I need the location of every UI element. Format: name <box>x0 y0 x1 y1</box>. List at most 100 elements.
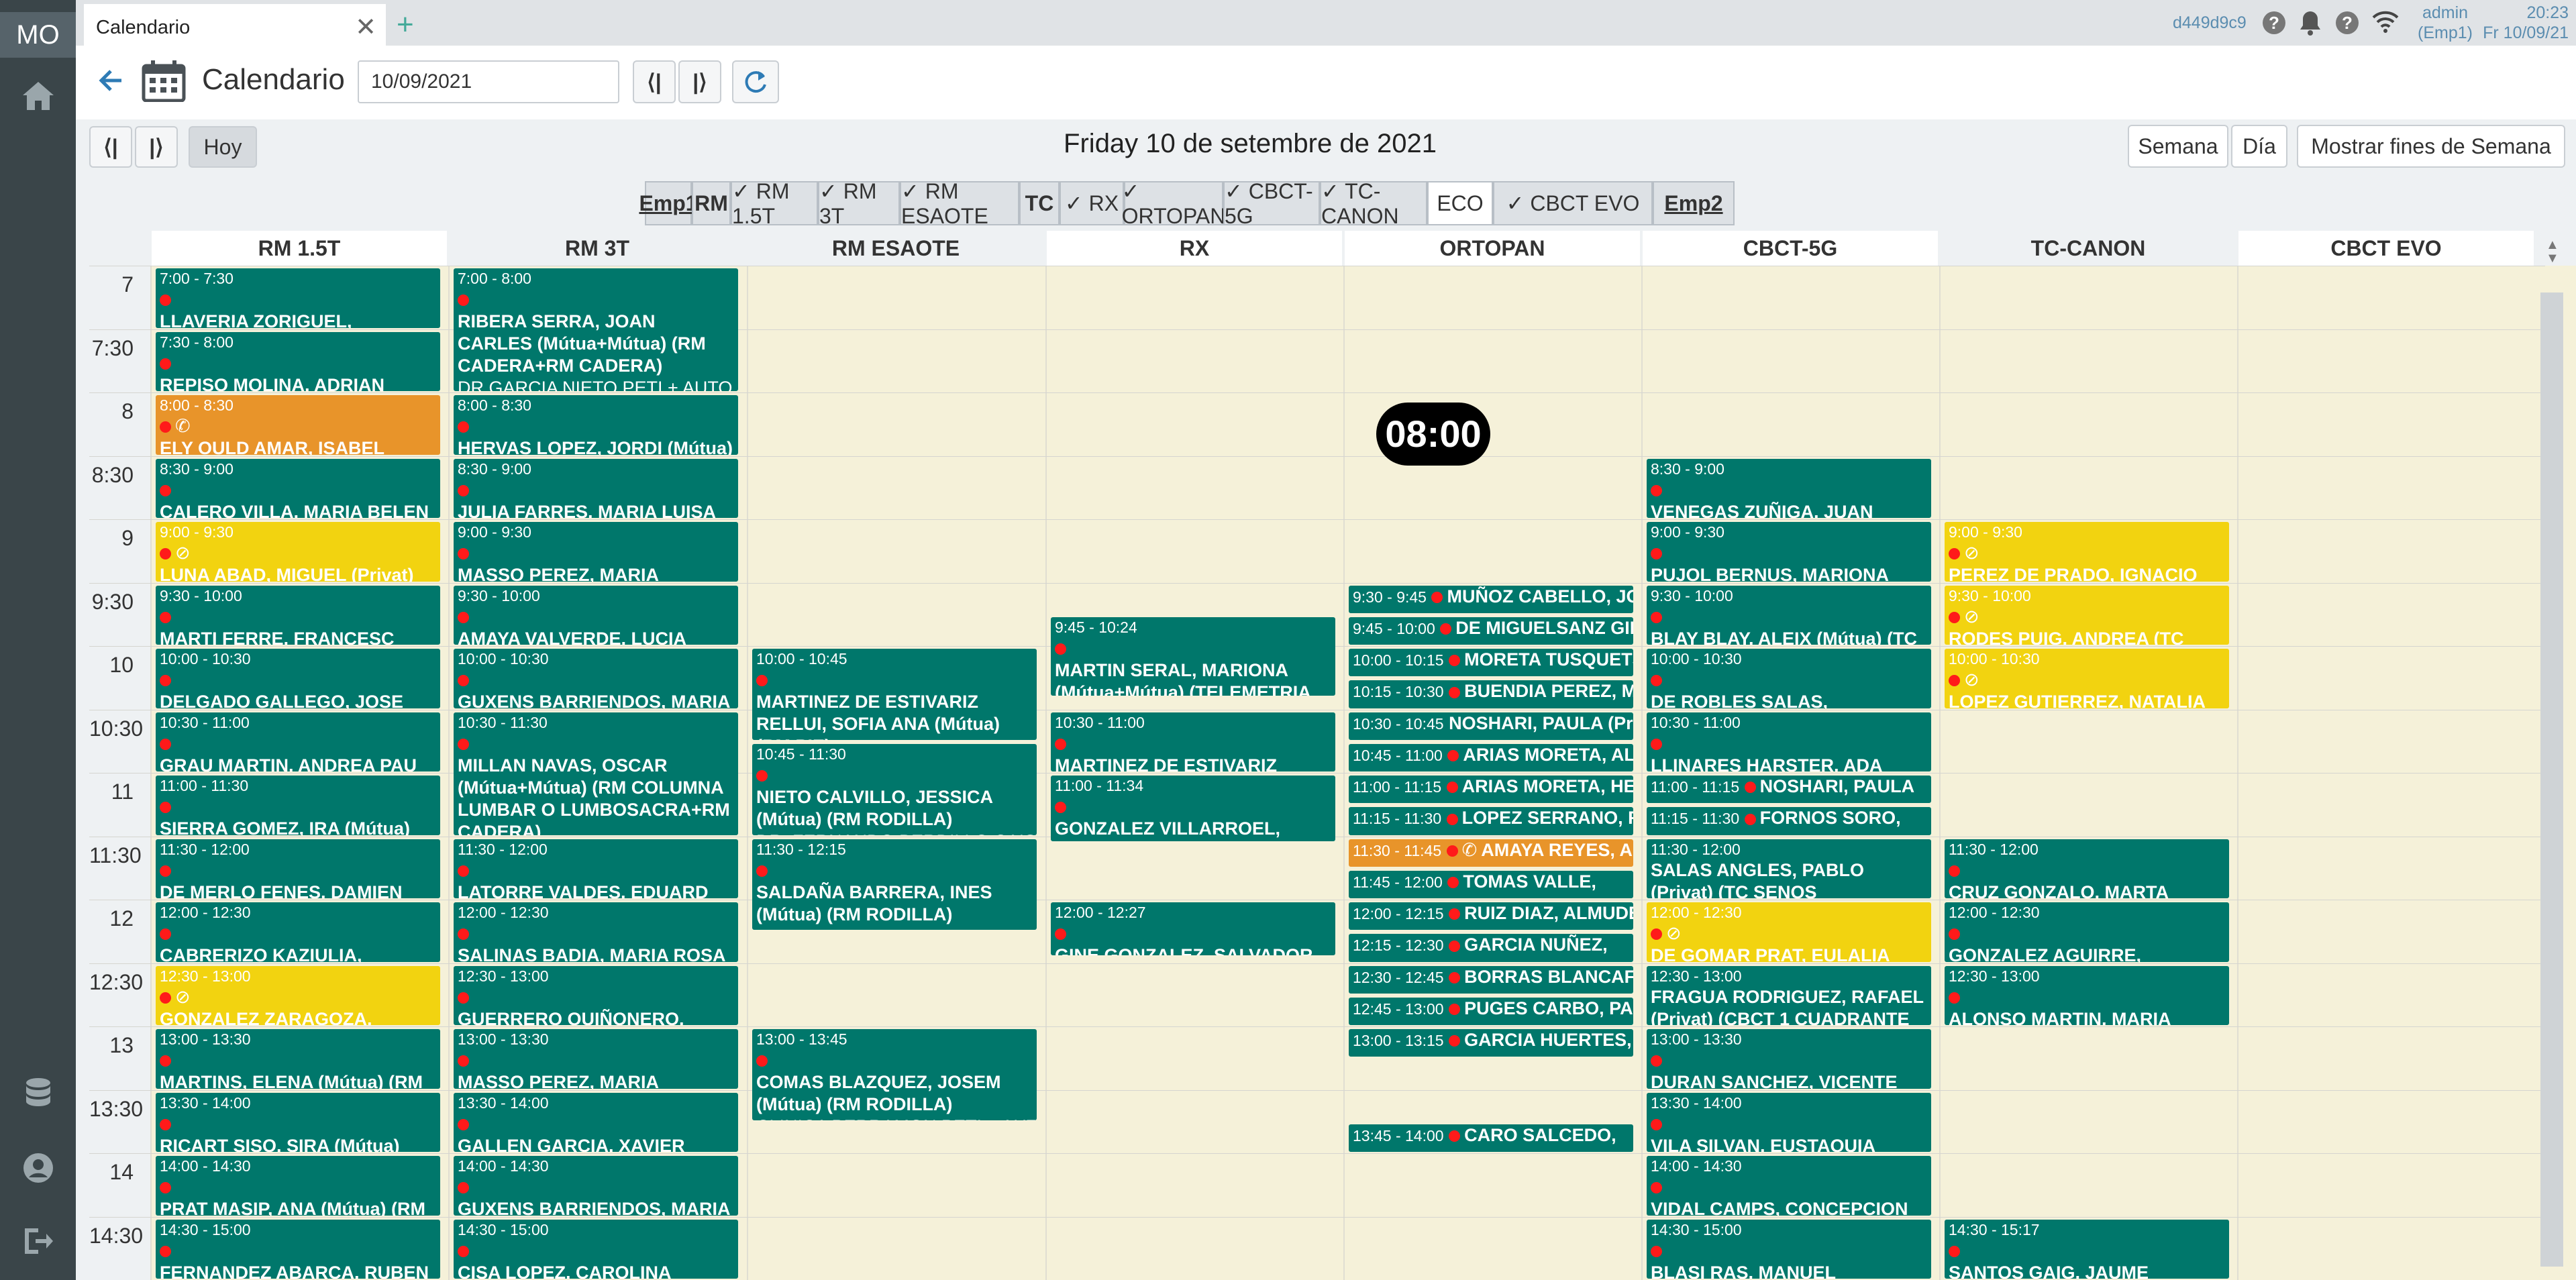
appointment-card[interactable]: 8:00 - 8:30 ✆ ELY OULD AMAR, ISABEL (Priva… <box>156 395 440 455</box>
appointment-card[interactable]: 8:30 - 9:00 JULIA FARRES, MARIA LUISA (Mú… <box>454 458 738 518</box>
resource-chip[interactable]: TC <box>1019 181 1060 225</box>
appointment-card[interactable]: 13:30 - 14:00 GALLEN GARCIA, XAVIER (Mútu… <box>454 1092 738 1152</box>
resource-chip[interactable]: ✓ ORTOPAN <box>1122 179 1226 228</box>
appointment-card[interactable]: 10:30 - 11:30 MILLAN NAVAS, OSCAR (Mútua+… <box>454 712 738 835</box>
appointment-card[interactable]: 10:00 - 10:45 MARTINEZ DE ESTIVARIZ RELLU… <box>752 649 1037 740</box>
appointment-card[interactable]: 10:45 - 11:30 NIETO CALVILLO, JESSICA (Mú… <box>752 743 1037 835</box>
appointment-card[interactable]: 12:00 - 12:30 SALINAS BADIA, MARIA ROSA (… <box>454 902 738 962</box>
appointment-card[interactable]: 10:30 - 11:00 LLINARES HARSTER, ADA (Priv… <box>1647 712 1931 771</box>
appointment-card[interactable]: 13:45 - 14:00 CARO SALCEDO, <box>1349 1124 1633 1152</box>
database-icon[interactable] <box>0 1070 76 1117</box>
appointment-card[interactable]: 9:45 - 10:00 DE MIGUELSANZ GIL <box>1349 617 1633 645</box>
appointment-card[interactable]: 9:30 - 10:00 AMAYA VALVERDE, LUCIA (Mútua… <box>454 585 738 645</box>
day-view-button[interactable]: Día <box>2231 125 2287 168</box>
appointment-card[interactable]: 9:30 - 10:00 MARTI FERRE, FRANCESC (Mútua… <box>156 585 440 645</box>
appointment-card[interactable]: 10:00 - 10:15 MORETA TUSQUETS, <box>1349 649 1633 677</box>
next-button[interactable]: |⟩ <box>678 60 721 103</box>
appointment-card[interactable]: 11:30 - 11:45 ✆AMAYA REYES, ANA <box>1349 839 1633 867</box>
appointment-card[interactable]: 8:00 - 8:30 HERVAS LOPEZ, JORDI (Mútua) (… <box>454 395 738 455</box>
appointment-card[interactable]: 12:00 - 12:15 RUIZ DIAZ, ALMUDENA <box>1349 902 1633 930</box>
resource-chip[interactable]: Emp2 <box>1653 181 1735 225</box>
appointment-card[interactable]: 11:00 - 11:15 ARIAS MORETA, HEIDI <box>1349 776 1633 804</box>
appointment-card[interactable]: 14:30 - 15:00 FERNANDEZ ABARCA, RUBEN <box>156 1219 440 1279</box>
refresh-icon[interactable] <box>732 60 779 103</box>
today-button[interactable]: Hoy <box>189 126 257 168</box>
prev-button[interactable]: ⟨| <box>633 60 676 103</box>
tab-calendario[interactable]: Calendario ✕ <box>84 4 386 46</box>
date-input[interactable] <box>358 60 619 103</box>
appointment-card[interactable]: 14:00 - 14:30 PRAT MASIP, ANA (Mútua) (RM… <box>156 1156 440 1216</box>
appointment-card[interactable]: 11:45 - 12:00 TOMAS VALLE, <box>1349 870 1633 898</box>
last-button[interactable]: |⟩ <box>135 126 178 168</box>
appointment-card[interactable]: 11:30 - 12:15 SALDAÑA BARRERA, INES (Mútu… <box>752 839 1037 930</box>
scroll-down-icon[interactable]: ▼ <box>2546 251 2559 266</box>
appointment-card[interactable]: 10:00 - 10:30 ⊘ LOPEZ GUTIERREZ, NATALIA (… <box>1945 649 2229 708</box>
appointment-card[interactable]: 12:30 - 13:00 GUERRERO QUIÑONERO, FLORENC… <box>454 965 738 1025</box>
appointment-card[interactable]: 12:30 - 12:45 BORRAS BLANCAFORT <box>1349 965 1633 994</box>
back-arrow-icon[interactable] <box>97 67 124 97</box>
appointment-card[interactable]: 13:30 - 14:00 VILA SILVAN, EUSTAQUIA (Pri… <box>1647 1092 1931 1152</box>
first-button[interactable]: ⟨| <box>89 126 132 168</box>
appointment-card[interactable]: 12:30 - 13:00⊘GONZALEZ ZARAGOZA, OLENA (… <box>156 965 440 1025</box>
appointment-card[interactable]: 14:30 - 15:17 SANTOS GAIG, JAUME <box>1945 1219 2229 1279</box>
logout-icon[interactable] <box>0 1218 76 1265</box>
close-icon[interactable]: ✕ <box>355 4 376 51</box>
scrollbar[interactable]: ▲ ▼ <box>2540 231 2567 1280</box>
appointment-card[interactable]: 10:30 - 11:00 MARTINEZ DE ESTIVARIZ RELLU… <box>1051 712 1335 771</box>
appointment-card[interactable]: 11:30 - 12:00 LATORRE VALDES, EDUARD (Mút… <box>454 839 738 898</box>
appointment-card[interactable]: 11:30 - 12:00 SALAS ANGLES, PABLO (Privat… <box>1647 839 1931 898</box>
appointment-card[interactable]: 10:30 - 10:45 NOSHARI, PAULA (Privat) <box>1349 712 1633 740</box>
appointment-card[interactable]: 7:00 - 8:00 RIBERA SERRA, JOAN CARLES (Mú… <box>454 268 738 391</box>
appointment-card[interactable]: 9:30 - 10:00 ⊘RODES PUIG, ANDREA (TC ABDO… <box>1945 585 2229 645</box>
appointment-card[interactable]: 12:30 - 13:00 FRAGUA RODRIGUEZ, RAFAEL (P… <box>1647 965 1931 1025</box>
appointment-card[interactable]: 10:00 - 10:30 DE ROBLES SALAS, ALEJANDRO … <box>1647 649 1931 708</box>
resource-chip[interactable]: Emp1 <box>639 181 698 225</box>
appointment-card[interactable]: 12:00 - 12:27 GINE GONZALEZ, SALVADOR (Mú… <box>1051 902 1335 956</box>
resource-chip[interactable]: ✓ TC-CANON <box>1320 179 1427 228</box>
appointment-card[interactable]: 13:30 - 14:00 RICART SISO, SIRA (Mútua) (… <box>156 1092 440 1152</box>
appointment-card[interactable]: 9:30 - 10:00 BLAY BLAY, ALEIX (Mútua) (TC… <box>1647 585 1931 645</box>
appointment-card[interactable]: 12:00 - 12:30 CABRERIZO KAZIULIA, CARLOS … <box>156 902 440 962</box>
resource-chip[interactable]: RM <box>692 181 731 225</box>
appointment-card[interactable]: 9:00 - 9:30 PUJOL BERNUS, MARIONA (Privat… <box>1647 522 1931 582</box>
appointment-card[interactable]: 9:00 - 9:30 ⊘ PEREZ DE PRADO, IGNACIO (TC … <box>1945 522 2229 582</box>
appointment-card[interactable]: 8:30 - 9:00 VENEGAS ZUÑIGA, JUAN CAMILO (… <box>1647 458 1931 518</box>
user-icon[interactable] <box>0 1144 76 1191</box>
appointment-card[interactable]: 9:00 - 9:30 MASSO PEREZ, MARIA DOLORES (M… <box>454 522 738 582</box>
resource-chip[interactable]: ✓ RM 3T <box>818 179 900 228</box>
appointment-card[interactable]: 14:00 - 14:30 VIDAL CAMPS, CONCEPCION (Pr… <box>1647 1156 1931 1216</box>
appointment-card[interactable]: 11:00 - 11:15 NOSHARI, PAULA <box>1647 776 1931 804</box>
appointment-card[interactable]: 12:30 - 13:00 ALONSO MARTIN, MARIA TERESA… <box>1945 965 2229 1025</box>
appointment-card[interactable]: 9:30 - 9:45 MUÑOZ CABELLO, JOSE <box>1349 585 1633 613</box>
appointment-card[interactable]: 12:00 - 12:30 ⊘ DE GOMAR PRAT, EULALIA (Pr… <box>1647 902 1931 962</box>
scrollbar-thumb[interactable] <box>2540 292 2563 1267</box>
resource-chip[interactable]: ✓ RM 1.5T <box>731 179 818 228</box>
bell-icon[interactable] <box>2298 9 2322 36</box>
appointment-card[interactable]: 12:15 - 12:30 GARCIA NUÑEZ, <box>1349 934 1633 962</box>
appointment-card[interactable]: 14:30 - 15:00 CISA LOPEZ, CAROLINA <box>454 1219 738 1279</box>
resource-chip[interactable]: ✓ RX <box>1060 181 1124 225</box>
home-icon[interactable] <box>0 72 76 119</box>
appointment-card[interactable]: 11:15 - 11:30 FORNOS SORO, <box>1647 807 1931 835</box>
show-weekends-button[interactable]: Mostrar fines de Semana <box>2297 125 2565 168</box>
appointment-card[interactable]: 12:00 - 12:30 GONZALEZ AGUIRRE, MARAVILLA… <box>1945 902 2229 962</box>
resource-chip[interactable]: ✓ RM ESAOTE <box>900 179 1019 228</box>
appointment-card[interactable]: 13:00 - 13:30 MASSO PEREZ, MARIA DOLORES … <box>454 1029 738 1089</box>
appointment-card[interactable]: 9:00 - 9:30 ⊘ LUNA ABAD, MIGUEL (Privat) (… <box>156 522 440 582</box>
appointment-card[interactable]: 11:00 - 11:30 SIERRA GOMEZ, IRA (Mútua) (… <box>156 776 440 835</box>
appointment-card[interactable]: 14:30 - 15:00 BLASI RAS, MANUEL ERNESTO <box>1647 1219 1931 1279</box>
appointment-card[interactable]: 10:00 - 10:30 GUXENS BARRIENDOS, MARIA NU… <box>454 649 738 708</box>
appointment-card[interactable]: 10:15 - 10:30 BUENDIA PEREZ, M <box>1349 680 1633 708</box>
appointment-card[interactable]: 7:30 - 8:00 REPISO MOLINA, ADRIAN (Mútua)… <box>156 331 440 391</box>
appointment-card[interactable]: 10:30 - 11:00 GRAU MARTIN, ANDREA PAU (Mú… <box>156 712 440 771</box>
appointment-card[interactable]: 11:30 - 12:00 DE MERLO FENES, DAMIEN (Mút… <box>156 839 440 898</box>
appointment-card[interactable]: 10:00 - 10:30 DELGADO GALLEGO, JOSE RAMON… <box>156 649 440 708</box>
week-view-button[interactable]: Semana <box>2128 125 2228 168</box>
appointment-card[interactable]: 13:00 - 13:30 MARTINS, ELENA (Mútua) (RM … <box>156 1029 440 1089</box>
appointment-card[interactable]: 13:00 - 13:15 GARCIA HUERTES, <box>1349 1029 1633 1057</box>
resource-chip[interactable]: ECO <box>1427 181 1493 225</box>
appointment-card[interactable]: 9:45 - 10:24 MARTIN SERAL, MARIONA (Mútua… <box>1051 617 1335 696</box>
appointment-card[interactable]: 11:30 - 12:00 CRUZ GONZALO, MARTA (Mútua)… <box>1945 839 2229 898</box>
appointment-card[interactable]: 14:00 - 14:30 GUXENS BARRIENDOS, MARIA NU… <box>454 1156 738 1216</box>
resource-chip[interactable]: ✓ CBCT EVO <box>1493 181 1653 225</box>
